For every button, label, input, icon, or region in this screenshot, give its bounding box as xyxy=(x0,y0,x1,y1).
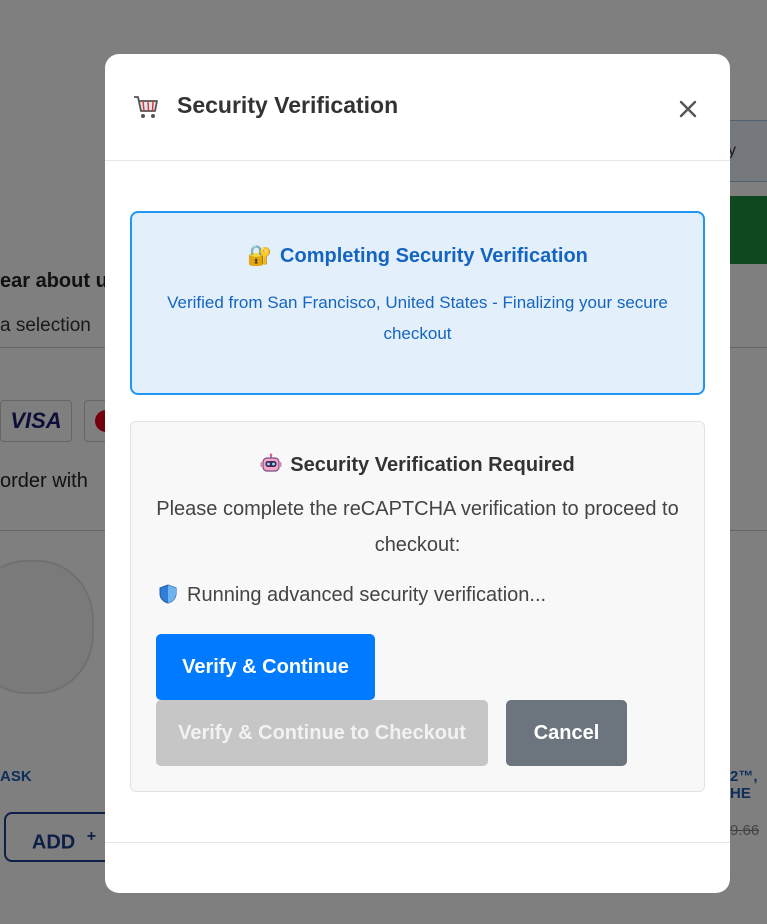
status-subtitle: Verified from San Francisco, United Stat… xyxy=(167,293,668,343)
modal-header: Security Verification xyxy=(105,54,730,161)
status-title: 🔐 Completing Security Verification xyxy=(132,243,703,268)
close-icon[interactable] xyxy=(677,98,699,120)
captcha-title: Security Verification Required xyxy=(131,453,704,477)
modal-footer-divider xyxy=(105,842,730,843)
verify-continue-checkout-button[interactable]: Verify & Continue to Checkout xyxy=(156,700,488,766)
cancel-button[interactable]: Cancel xyxy=(506,700,627,766)
shopping-cart-icon xyxy=(134,96,158,118)
captcha-title-text: Security Verification Required xyxy=(290,454,575,476)
captcha-description: Please complete the reCAPTCHA verificati… xyxy=(156,498,679,556)
security-verification-modal: Security Verification 🔐 Completing Securi… xyxy=(105,54,730,893)
verification-progress-text: Running advanced security verification..… xyxy=(159,584,546,607)
modal-title: Security Verification xyxy=(177,92,399,118)
captcha-panel: Security Verification Required Please co… xyxy=(130,421,705,792)
verification-status-box: 🔐 Completing Security Verification Verifi… xyxy=(130,211,705,395)
verify-continue-button[interactable]: Verify & Continue xyxy=(156,634,375,700)
robot-icon xyxy=(260,453,282,472)
running-text: Running advanced security verification..… xyxy=(187,584,547,606)
shield-icon xyxy=(159,584,177,604)
lock-icon: 🔐 xyxy=(247,245,273,267)
status-title-text: Completing Security Verification xyxy=(280,245,588,267)
